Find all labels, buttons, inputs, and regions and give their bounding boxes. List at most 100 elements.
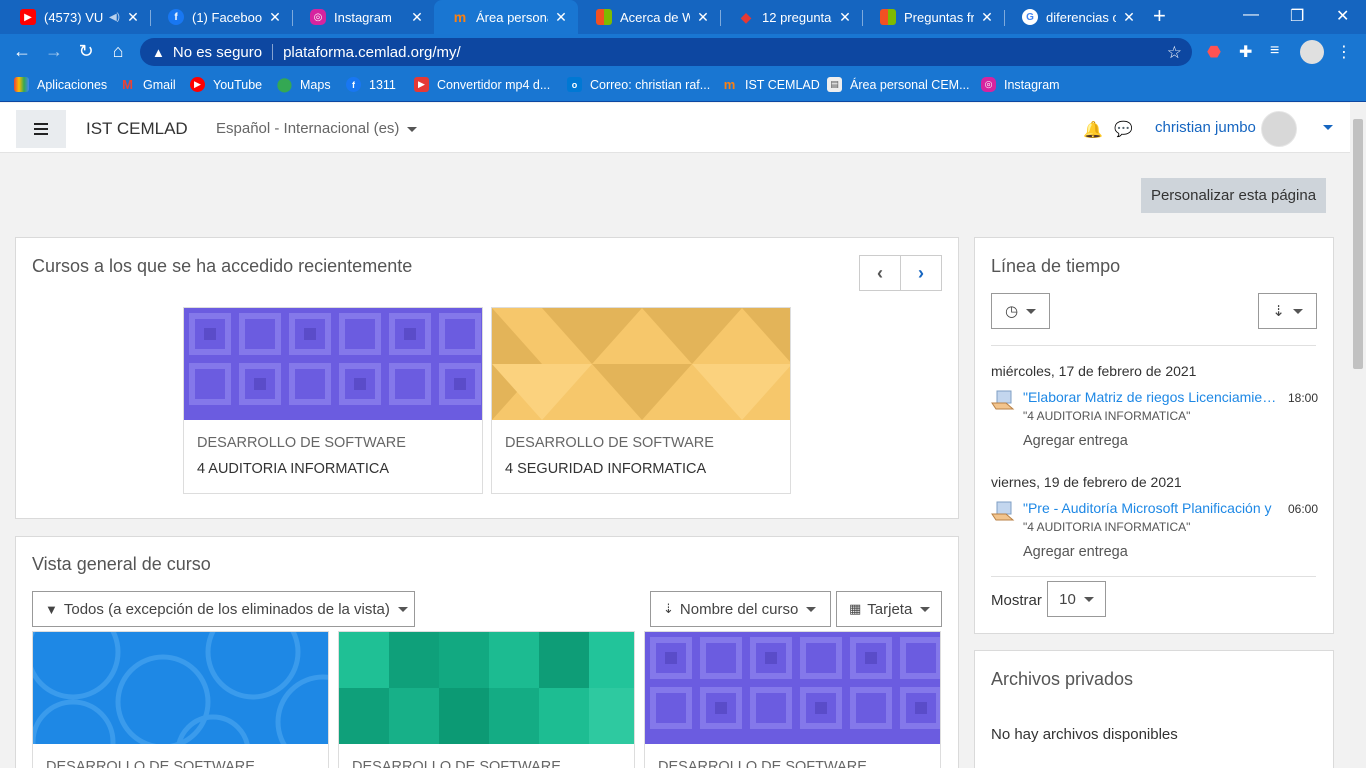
forward-icon[interactable]: → (43, 41, 65, 62)
page-scrollbar[interactable] (1350, 103, 1366, 768)
sort-icon: ⇣ (663, 601, 674, 616)
show-count-dropdown[interactable]: 10 (1047, 581, 1106, 617)
bookmark-item[interactable]: ▶ YouTube (190, 77, 262, 92)
browser-tab[interactable]: ▶ (4573) VU ◀) ✕ (2, 0, 150, 34)
bookmark-item[interactable]: f 1311 (346, 77, 396, 92)
block-title: Cursos a los que se ha accedido reciente… (32, 256, 413, 276)
language-selector[interactable]: Español - Internacional (es) (216, 120, 418, 137)
course-image[interactable] (645, 632, 940, 744)
course-image[interactable] (339, 632, 634, 744)
caret-down-icon (407, 126, 418, 132)
browser-tab-bar: ▶ (4573) VU ◀) ✕ f (1) Facebook ✕ ◎ Inst… (0, 0, 1366, 34)
timeline-sort-button[interactable]: ⇣ (1258, 293, 1317, 329)
user-avatar[interactable] (1261, 111, 1297, 147)
add-submission-link[interactable]: Agregar entrega (1023, 544, 1128, 560)
caret-down-icon (397, 606, 408, 612)
notifications-bell-icon[interactable]: 🔔 (1083, 120, 1103, 140)
browser-tab[interactable]: ◎ Instagram ✕ (292, 0, 434, 34)
timeline-date: miércoles, 17 de febrero de 2021 (991, 363, 1197, 379)
messages-chat-icon[interactable]: 💬 (1114, 120, 1133, 138)
url-text[interactable]: plataforma.cemlad.org/my/ (283, 44, 461, 61)
assignment-icon (991, 501, 1015, 521)
moodle-icon: m (723, 77, 736, 92)
grid-view-icon: ▦ (849, 601, 862, 616)
warning-icon[interactable]: ▲ (152, 45, 165, 60)
browser-tab[interactable]: f (1) Facebook ✕ (150, 0, 292, 34)
instagram-icon: ◎ (981, 77, 996, 92)
minimize-icon[interactable]: — (1243, 6, 1259, 24)
back-icon[interactable]: ← (11, 41, 33, 62)
new-tab-button[interactable]: + (1153, 5, 1166, 27)
carousel-next-button[interactable]: › (901, 256, 941, 290)
timeline-event-link[interactable]: "Elaborar Matriz de riegos Licenciamient… (1023, 389, 1281, 405)
course-card[interactable]: DESARROLLO DE SOFTWARE (338, 631, 635, 768)
customize-page-button[interactable]: Personalizar esta página (1141, 178, 1326, 213)
no-files-text: No hay archivos disponibles (991, 726, 1178, 743)
media-queue-icon[interactable]: ≡ (1270, 42, 1279, 60)
address-bar[interactable]: ▲ No es seguro plataforma.cemlad.org/my/… (140, 38, 1192, 66)
course-card[interactable]: DESARROLLO DE SOFTWARE (32, 631, 329, 768)
bookmark-item[interactable]: ⬤ Maps (277, 76, 331, 92)
user-name[interactable]: christian jumbo (1155, 119, 1256, 136)
course-card[interactable]: DESARROLLO DE SOFTWARE 4 SEGURIDAD INFOR… (491, 307, 791, 494)
browser-tab[interactable]: Acerca de Win ✕ (578, 0, 720, 34)
browser-tab[interactable]: G diferencias off ✕ (1004, 0, 1146, 34)
browser-tab[interactable]: Preguntas frec ✕ (862, 0, 1004, 34)
close-tab-icon[interactable]: ✕ (410, 9, 424, 26)
course-card[interactable]: DESARROLLO DE SOFTWARE 4 AUDITORIA INFOR… (183, 307, 483, 494)
site-name[interactable]: IST CEMLAD (86, 119, 188, 139)
course-image[interactable] (184, 308, 482, 420)
reload-icon[interactable]: ↻ (75, 41, 97, 62)
user-menu-caret-icon[interactable] (1323, 125, 1333, 130)
close-tab-icon[interactable]: ✕ (268, 9, 282, 26)
security-label[interactable]: No es seguro (173, 44, 262, 61)
course-card[interactable]: DESARROLLO DE SOFTWARE (644, 631, 941, 768)
add-submission-link[interactable]: Agregar entrega (1023, 433, 1128, 449)
course-pattern-triangles (492, 308, 790, 420)
bookmark-item[interactable]: Aplicaciones (14, 77, 107, 92)
bookmark-item[interactable]: o Correo: christian raf... (567, 77, 710, 92)
course-name[interactable]: 4 AUDITORIA INFORMATICA (197, 461, 389, 477)
home-icon[interactable]: ⌂ (107, 41, 129, 62)
close-tab-icon[interactable]: ✕ (838, 9, 852, 26)
close-tab-icon[interactable]: ✕ (696, 9, 710, 26)
course-category: DESARROLLO DE SOFTWARE (352, 759, 561, 768)
timeline-event-time: 18:00 (1288, 391, 1319, 405)
course-category: DESARROLLO DE SOFTWARE (505, 435, 714, 451)
course-category: DESARROLLO DE SOFTWARE (197, 435, 406, 451)
scrollbar-thumb[interactable] (1353, 119, 1363, 369)
restore-icon[interactable]: ❐ (1290, 6, 1304, 26)
profile-avatar[interactable] (1300, 40, 1324, 64)
bookmark-item[interactable]: ◎ Instagram (981, 77, 1060, 92)
close-tab-icon[interactable]: ✕ (980, 9, 994, 26)
grouping-filter-dropdown[interactable]: ▼ Todos (a excepción de los eliminados d… (32, 591, 415, 627)
course-image[interactable] (492, 308, 790, 420)
close-tab-icon[interactable]: ✕ (1122, 9, 1136, 26)
browser-tab[interactable]: ◆ 12 preguntas c ✕ (720, 0, 862, 34)
course-image[interactable] (33, 632, 328, 744)
apps-grid-icon (14, 77, 29, 92)
close-window-icon[interactable]: ✕ (1336, 6, 1349, 26)
bookmark-item[interactable]: m IST CEMLAD (722, 77, 820, 92)
bookmark-item[interactable]: ▶ Convertidor mp4 d... (414, 77, 550, 92)
timeline-day-filter-button[interactable]: ◷ (991, 293, 1050, 329)
extension-adblock-icon[interactable]: ⬣ (1207, 42, 1221, 62)
bookmark-item[interactable]: ▤ Área personal CEM... (827, 77, 970, 92)
bookmark-star-icon[interactable]: ☆ (1167, 43, 1182, 63)
course-name[interactable]: 4 SEGURIDAD INFORMATICA (505, 461, 706, 477)
view-mode-dropdown[interactable]: ▦ Tarjeta (836, 591, 942, 627)
menu-kebab-icon[interactable]: ⋮ (1336, 42, 1352, 62)
sort-dropdown[interactable]: ⇣ Nombre del curso (650, 591, 831, 627)
bookmark-item[interactable]: M Gmail (120, 77, 176, 92)
browser-tab-active[interactable]: m Área personal ✕ (434, 0, 578, 34)
carousel-prev-button[interactable]: ‹ (860, 256, 901, 290)
speaker-icon[interactable]: ◀) (109, 12, 120, 23)
course-pattern-grid (339, 632, 634, 744)
gmail-icon: M (122, 77, 133, 92)
close-tab-icon[interactable]: ✕ (126, 9, 140, 26)
close-tab-icon[interactable]: ✕ (554, 9, 568, 26)
youtube-icon: ▶ (20, 9, 36, 25)
timeline-event-link[interactable]: "Pre - Auditoría Microsoft Planificación… (1023, 500, 1281, 516)
extensions-puzzle-icon[interactable]: ✚ (1239, 42, 1252, 62)
hamburger-menu-button[interactable] (16, 110, 66, 148)
